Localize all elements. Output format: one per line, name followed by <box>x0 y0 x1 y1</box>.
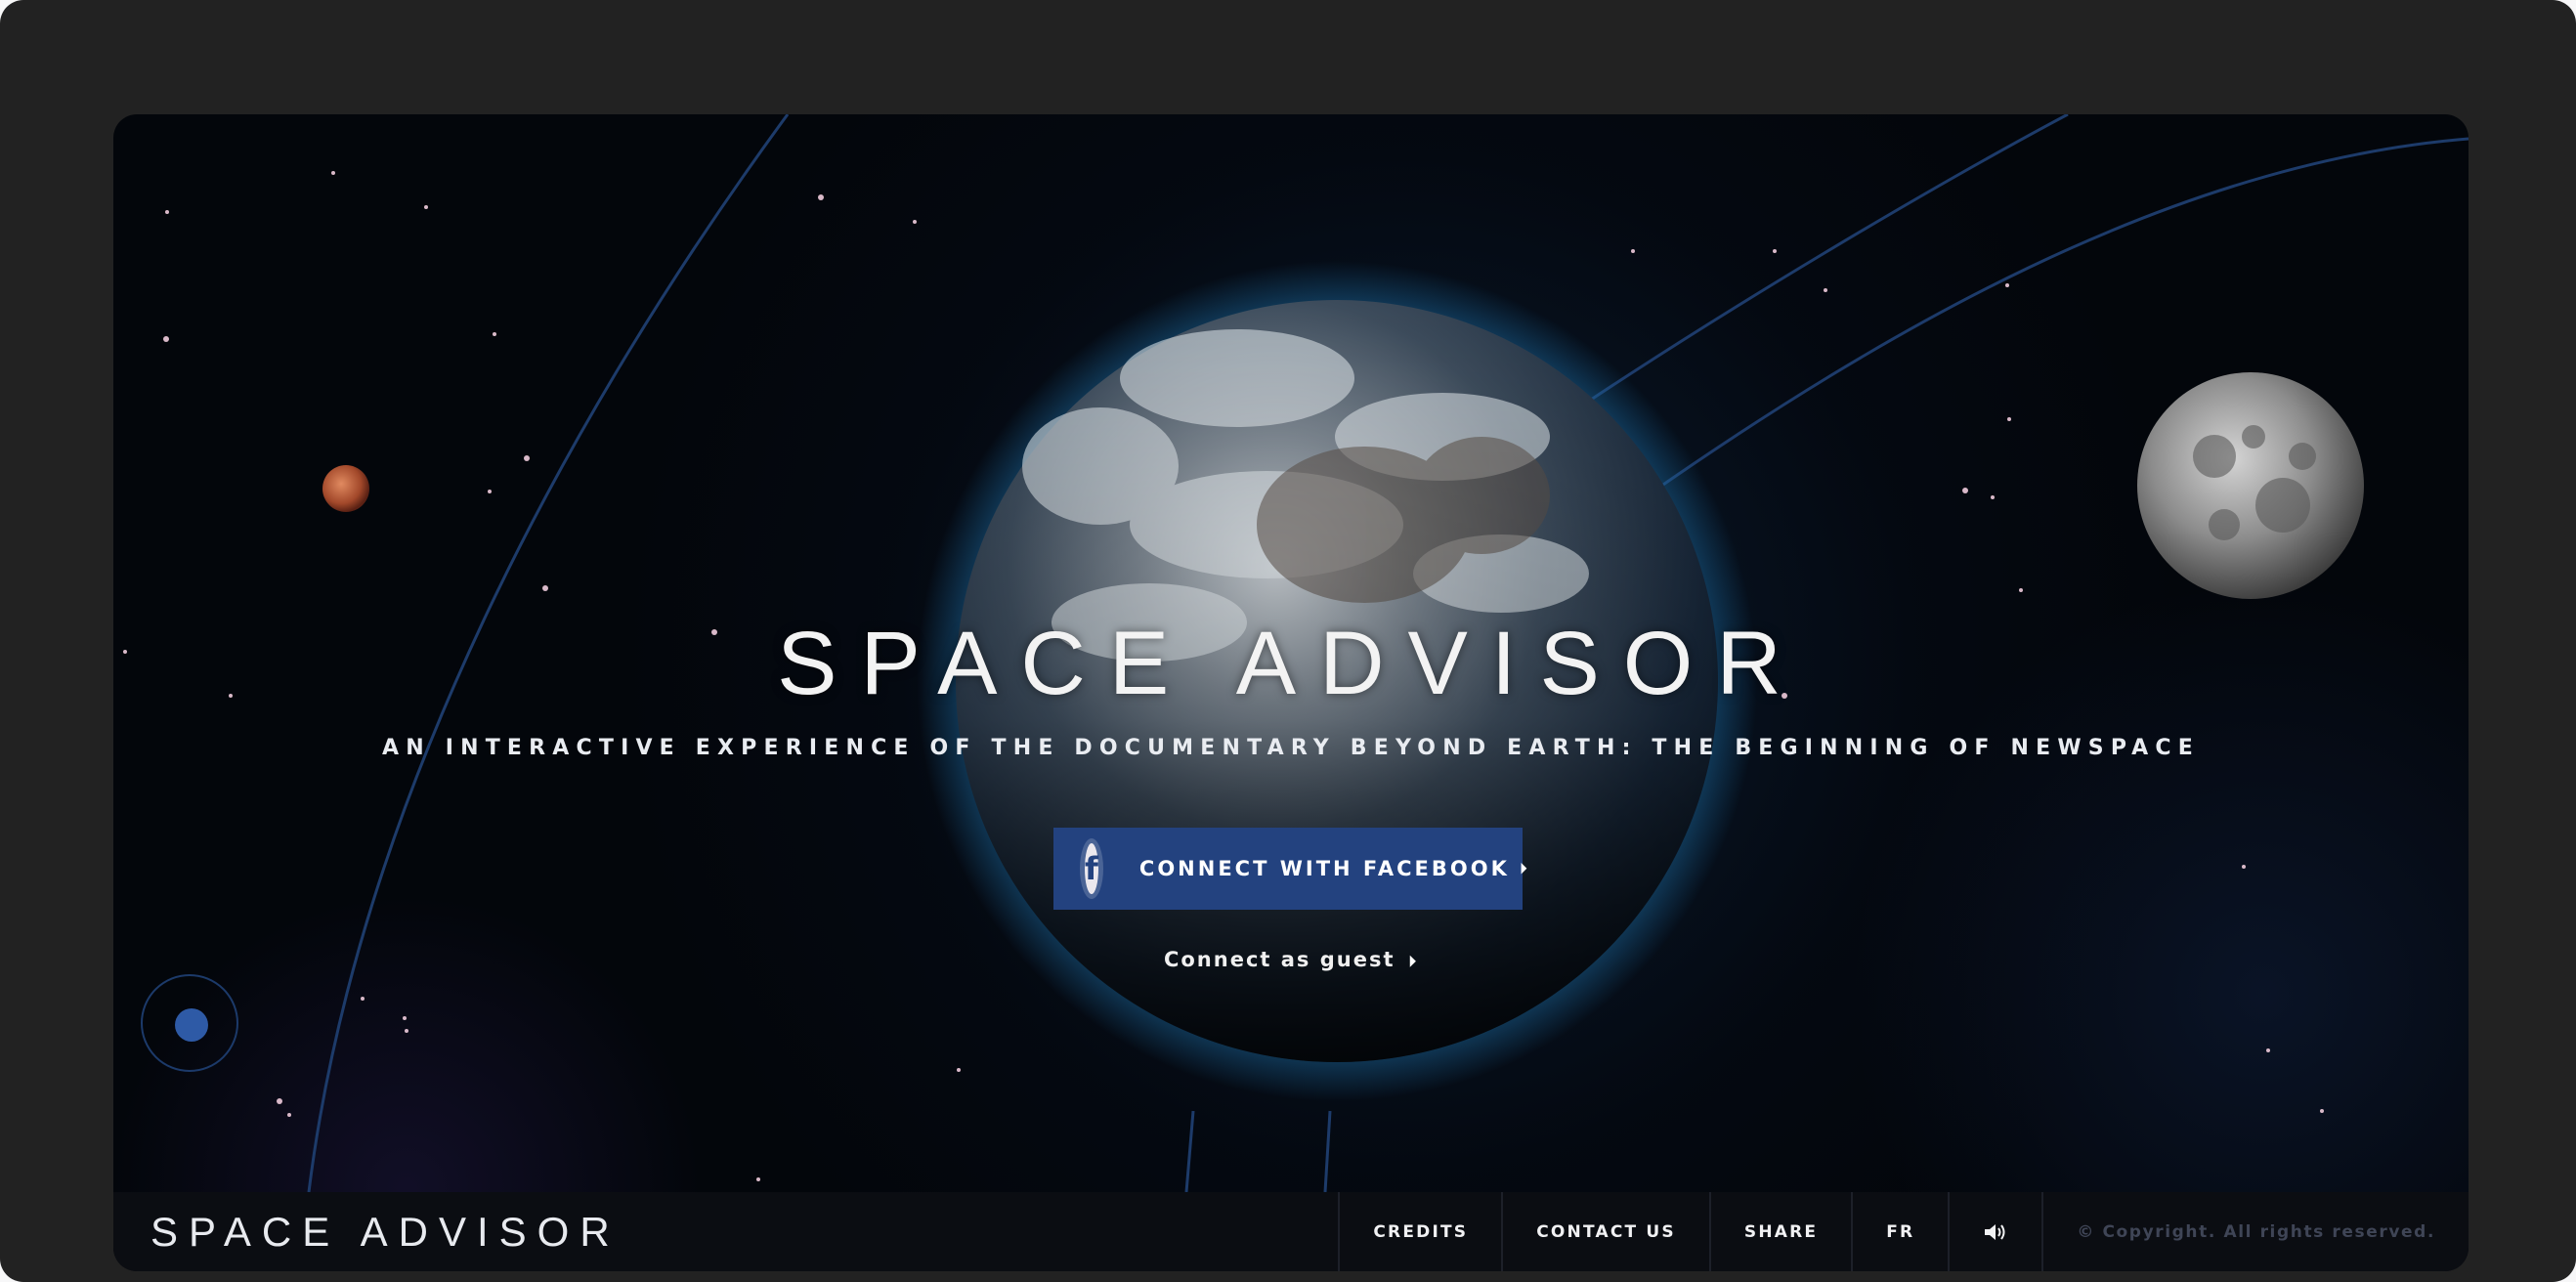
orbit-line-bottom-2 <box>1323 1110 1332 1193</box>
contact-us-link[interactable]: CONTACT US <box>1501 1192 1709 1271</box>
device-frame: SPACE ADVISOR AN INTERACTIVE EXPERIENCE … <box>0 0 2576 1282</box>
share-button[interactable]: SHARE <box>1708 1192 1851 1271</box>
moon <box>2137 372 2364 599</box>
copyright-text: © Copyright. All rights reserved. <box>2041 1192 2469 1271</box>
footer-nav: CREDITS CONTACT US SHARE FR © Copyright.… <box>1338 1192 2469 1271</box>
mars <box>322 465 369 512</box>
app-screen: SPACE ADVISOR AN INTERACTIVE EXPERIENCE … <box>113 114 2469 1271</box>
navigation-dot-button[interactable] <box>141 974 238 1072</box>
hero-title: SPACE ADVISOR <box>777 614 1805 713</box>
speaker-icon <box>1985 1223 2005 1240</box>
sound-toggle[interactable] <box>1948 1192 2041 1271</box>
credits-link[interactable]: CREDITS <box>1338 1192 1501 1271</box>
facebook-icon: f <box>1085 843 1098 894</box>
connect-facebook-label: CONNECT WITH FACEBOOK <box>1138 857 1510 880</box>
play-arrow-icon: ⏵ <box>1519 859 1527 877</box>
navigation-dot-icon <box>175 1008 208 1042</box>
footer-logo[interactable]: SPACE ADVISOR <box>150 1209 621 1256</box>
hero-subtitle: AN INTERACTIVE EXPERIENCE OF THE DOCUMEN… <box>382 736 2200 760</box>
orbit-line-bottom-1 <box>1184 1110 1195 1193</box>
language-toggle[interactable]: FR <box>1851 1192 1948 1271</box>
play-arrow-icon: ⏵ <box>1408 953 1419 970</box>
connect-facebook-button[interactable]: f CONNECT WITH FACEBOOK ⏵ <box>1053 828 1527 910</box>
connect-as-guest-label: Connect as guest <box>1163 948 1395 971</box>
orbit-line-right-1 <box>1578 114 2069 409</box>
connect-as-guest-link[interactable]: Connect as guest ⏵ <box>113 948 2469 971</box>
footer-bar: SPACE ADVISOR CREDITS CONTACT US SHARE F… <box>113 1192 2469 1271</box>
